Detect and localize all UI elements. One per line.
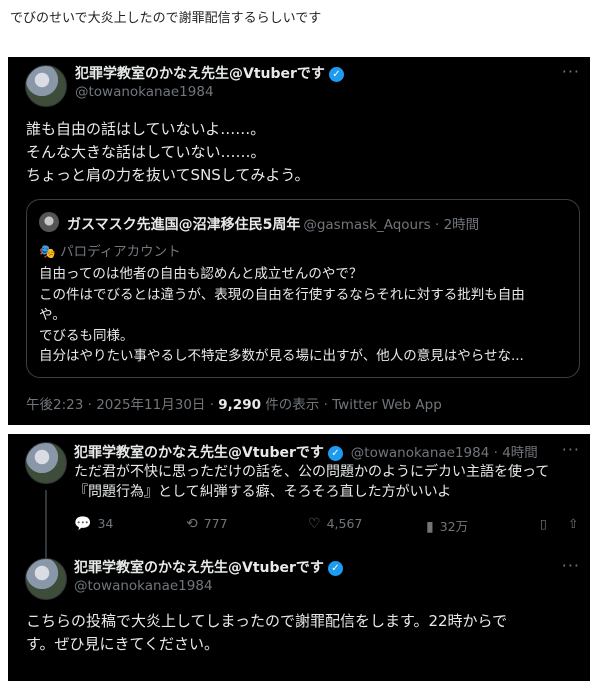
quoted-text: 自由ってのは他者の自由も認めんと成立せんのやで？ この件はでびるとは違うが、表現… xyxy=(39,264,525,367)
quoted-author-handle: @gasmask_Aqours · 2時間 xyxy=(303,217,480,233)
tweet-text-line: 『問題行為』として糾弾する癖、そろそろ直した方がいいよ xyxy=(74,484,452,500)
page-headline: でびのせいで大炎上したので謝罪配信するらしいです xyxy=(10,11,322,26)
parody-label-text: パロディアカウント xyxy=(60,244,181,260)
retweet-button[interactable]: ⟲ 777 xyxy=(186,516,228,532)
quoted-text-line: でびるも同様。 xyxy=(39,327,134,344)
mask-icon: 🎭 xyxy=(39,244,56,260)
views-button[interactable]: ▮ 32万 xyxy=(426,516,468,535)
bar-chart-icon: ▮ xyxy=(426,519,434,535)
quoted-text-line: や。 xyxy=(39,307,66,323)
heart-icon: ♡ xyxy=(308,516,321,532)
author-name-text: 犯罪学教室のかなえ先生@Vtuberです xyxy=(74,445,324,461)
tweet-text: こちらの投稿で大炎上してしまったので謝罪配信をします。22時からで す。ぜひ見に… xyxy=(26,610,507,656)
thread-connector xyxy=(45,490,47,560)
like-count: 4,567 xyxy=(326,516,363,531)
quoted-text-line: 自分はやりたい事やるし不特定多数が見る場に出すが、他人の意見はやらせな... xyxy=(39,348,524,364)
avatar[interactable] xyxy=(25,442,67,484)
views-count: 32万 xyxy=(439,519,469,534)
tweet-actions: 💬 34 ⟲ 777 ♡ 4,567 ▮ 32万 ▯ ⇧ xyxy=(74,516,580,536)
quoted-author-name: ガスマスク先進国@沼津移住民5周年 xyxy=(67,217,301,233)
tweet-card-quote: 犯罪学教室のかなえ先生@Vtuberです ✓ @towanokanae1984 ·… xyxy=(8,57,590,425)
retweet-count: 777 xyxy=(203,516,228,531)
tweet-text-line: ただ君が不快に思っただけの話を、公の問題かのようにデカい主語を使って xyxy=(74,464,550,480)
view-count-label: 件の表示 · Twitter Web App xyxy=(260,397,442,413)
quoted-tweet[interactable]: ガスマスク先進国@沼津移住民5周年 @gasmask_Aqours · 2時間 🎭… xyxy=(26,199,580,378)
avatar[interactable] xyxy=(25,558,67,600)
bookmark-icon[interactable]: ▯ xyxy=(540,516,547,531)
more-options-icon[interactable]: ··· xyxy=(562,556,580,575)
verified-badge-icon: ✓ xyxy=(328,67,344,82)
author-name-text: 犯罪学教室のかなえ先生@Vtuberです xyxy=(75,66,325,82)
tweet-text-line: そんな大きな話はしていない……。 xyxy=(26,143,266,161)
reply-button[interactable]: 💬 34 xyxy=(74,516,113,532)
quoted-avatar xyxy=(39,212,59,232)
author-handle[interactable]: @towanokanae1984 xyxy=(74,578,213,594)
share-icon[interactable]: ⇧ xyxy=(568,516,578,531)
author-name[interactable]: 犯罪学教室のかなえ先生@Vtuberです ✓ xyxy=(75,63,344,83)
parody-label: 🎭 パロディアカウント xyxy=(39,240,181,260)
reply-count: 34 xyxy=(97,516,114,531)
view-count: 9,290 xyxy=(218,397,261,413)
more-options-icon[interactable]: ··· xyxy=(562,440,580,459)
tweet-text-line: ちょっと肩の力を抜いてSNSしてみよう。 xyxy=(26,166,310,184)
reply-icon: 💬 xyxy=(74,516,92,532)
quoted-text-line: この件はでびるとは違うが、表現の自由を行使するならそれに対する批判も自由 xyxy=(39,286,525,303)
tweet-text-line: 誰も自由の話はしていないよ……。 xyxy=(26,120,266,138)
verified-badge-icon: ✓ xyxy=(327,561,343,576)
timestamp[interactable]: 午後2:23 · 2025年11月30日 · xyxy=(26,397,218,413)
author-handle: @towanokanae1984 · 4時間 xyxy=(350,445,538,461)
tweet-card-thread: 犯罪学教室のかなえ先生@Vtuberです ✓ @towanokanae1984 ·… xyxy=(8,434,590,681)
author-name[interactable]: 犯罪学教室のかなえ先生@Vtuberです ✓ xyxy=(74,557,343,577)
tweet-text: 誰も自由の話はしていないよ……。 そんな大きな話はしていない……。 ちょっと肩の… xyxy=(26,118,309,187)
tweet-meta: 午後2:23 · 2025年11月30日 · 9,290 件の表示 · Twit… xyxy=(26,393,442,413)
quoted-text-line: 自由ってのは他者の自由も認めんと成立せんのやで？ xyxy=(39,266,363,282)
quoted-author: ガスマスク先進国@沼津移住民5周年 @gasmask_Aqours · 2時間 xyxy=(67,213,479,234)
retweet-icon: ⟲ xyxy=(186,516,198,532)
avatar[interactable] xyxy=(25,65,67,107)
author-name-text: 犯罪学教室のかなえ先生@Vtuberです xyxy=(74,560,324,576)
author-name[interactable]: 犯罪学教室のかなえ先生@Vtuberです ✓ @towanokanae1984 ·… xyxy=(74,441,538,462)
tweet-text: ただ君が不快に思っただけの話を、公の問題かのようにデカい主語を使って 『問題行為… xyxy=(74,462,549,502)
verified-badge-icon: ✓ xyxy=(327,446,343,461)
tweet-text-line: す。ぜひ見にきてください。 xyxy=(26,635,220,653)
tweet-text-line: こちらの投稿で大炎上してしまったので謝罪配信をします。22時からで xyxy=(26,612,508,630)
more-options-icon[interactable]: ··· xyxy=(562,62,580,81)
like-button[interactable]: ♡ 4,567 xyxy=(308,516,362,532)
author-handle[interactable]: @towanokanae1984 xyxy=(75,84,214,100)
